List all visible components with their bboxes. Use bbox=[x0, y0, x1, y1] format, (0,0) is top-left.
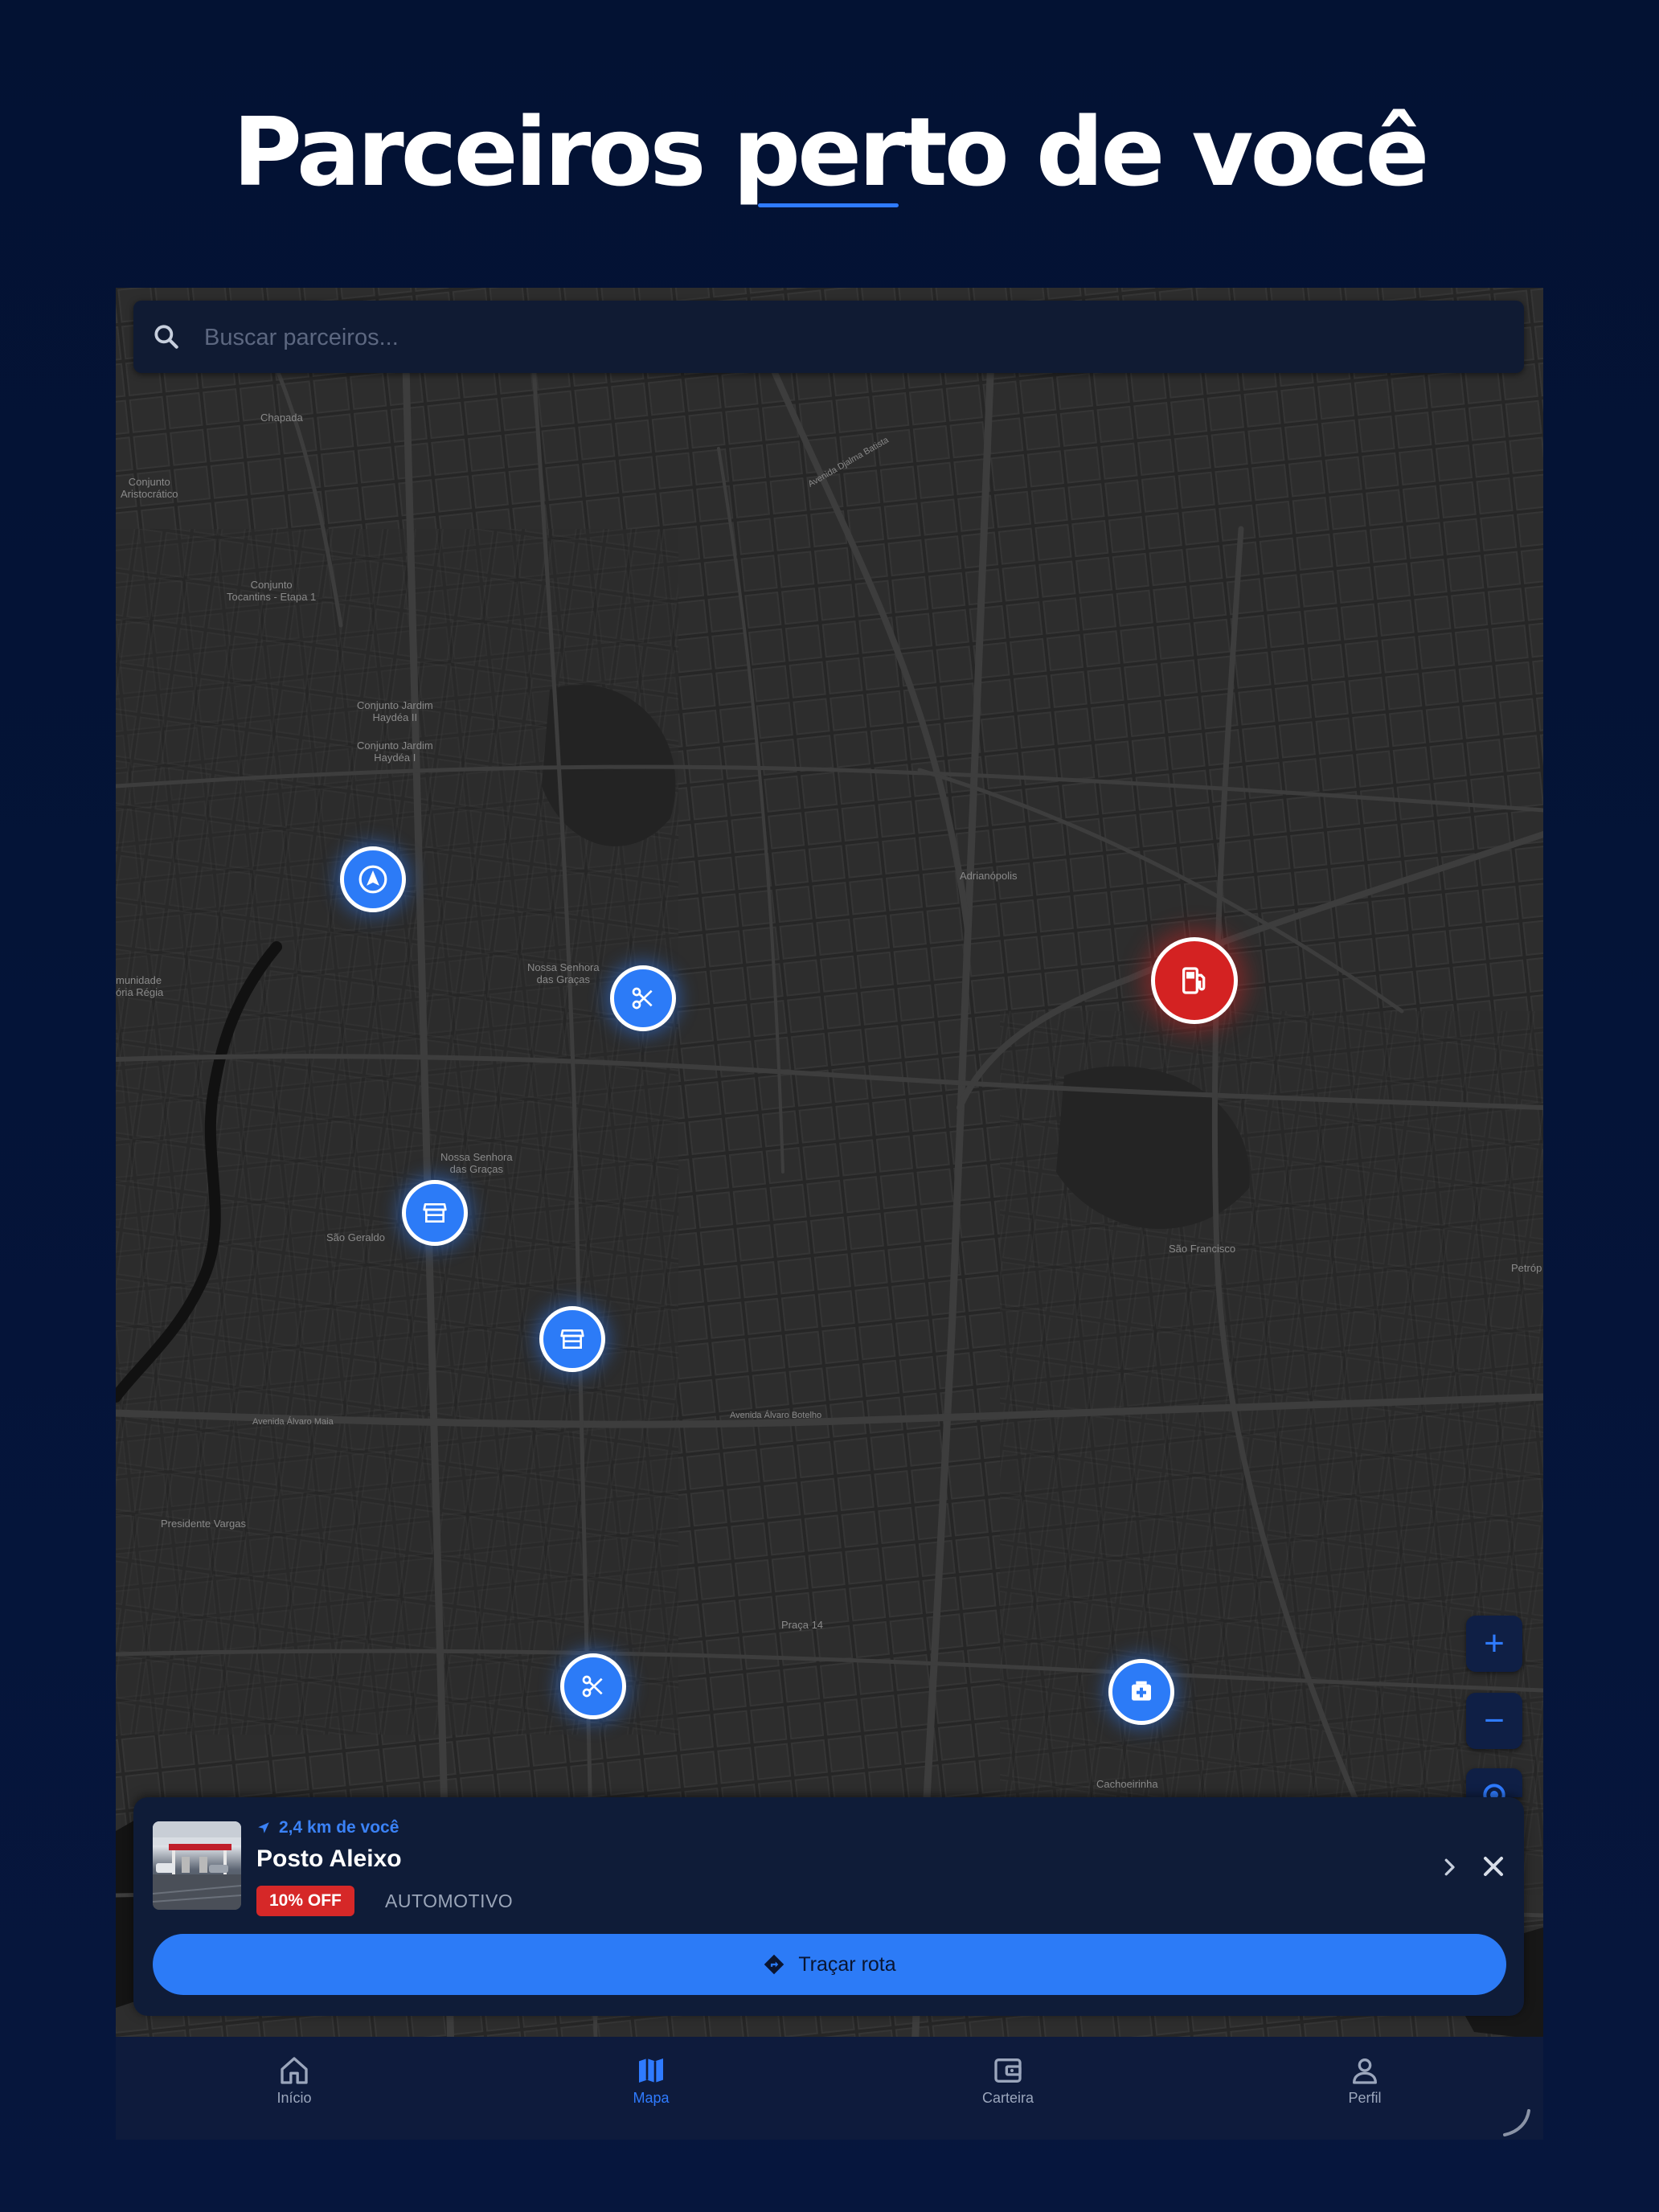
gas-station-photo bbox=[153, 1821, 241, 1910]
pharmacy-icon bbox=[1132, 1681, 1151, 1701]
nav-item-perfil[interactable]: Perfil bbox=[1284, 2037, 1445, 2140]
map-label: Conjunto Tocantins - Etapa 1 bbox=[227, 579, 317, 603]
partner-name: Posto Aleixo bbox=[256, 1845, 402, 1872]
partner-category: AUTOMOTIVO bbox=[385, 1890, 514, 1911]
minus-icon: − bbox=[1484, 1701, 1505, 1740]
map-label: São Geraldo bbox=[326, 1231, 385, 1243]
search-bar bbox=[133, 301, 1524, 375]
map-label: Adrianópolis bbox=[960, 870, 1018, 882]
trace-route-button[interactable]: Traçar rota bbox=[153, 1934, 1506, 1995]
scissors-icon bbox=[632, 987, 653, 1010]
partner-photo bbox=[153, 1821, 241, 1910]
distance-text: 2,4 km de você bbox=[279, 1818, 399, 1837]
map-label: Cachoeirinha bbox=[1096, 1778, 1158, 1790]
zoom-out-button[interactable]: − bbox=[1466, 1693, 1522, 1749]
nav-item-mapa[interactable]: Mapa bbox=[571, 2037, 731, 2140]
search-icon bbox=[154, 325, 178, 349]
map-label: munidade ória Régia bbox=[116, 974, 164, 998]
my-location-icon bbox=[1483, 1784, 1505, 1797]
discount-badge: 10% OFF bbox=[256, 1886, 354, 1916]
pin-barbershop[interactable] bbox=[610, 965, 676, 1031]
nav-label: Carteira bbox=[981, 2090, 1034, 2106]
trace-route-label: Traçar rota bbox=[798, 1952, 896, 1976]
nav-label: Mapa bbox=[633, 2090, 670, 2106]
page-headline: Parceiros perto de você bbox=[0, 104, 1659, 207]
headline-underline bbox=[758, 203, 899, 207]
map-label: Nossa Senhora das Graças bbox=[440, 1151, 513, 1175]
map-label: Praça 14 bbox=[781, 1619, 824, 1631]
pin-pharmacy[interactable] bbox=[1108, 1659, 1174, 1725]
nav-item-carteira[interactable]: Carteira bbox=[928, 2037, 1088, 2140]
map-label: Presidente Vargas bbox=[161, 1518, 246, 1530]
pin-navigation[interactable] bbox=[340, 846, 406, 912]
fuel-pump-icon bbox=[1182, 967, 1206, 994]
nav-label: Perfil bbox=[1348, 2090, 1382, 2106]
chevron-right-icon[interactable] bbox=[1437, 1855, 1461, 1879]
nav-item-inicio[interactable]: Início bbox=[214, 2037, 375, 2140]
bottom-navigation: Início Mapa Carteira Perfil bbox=[116, 2037, 1543, 2140]
navigation-icon bbox=[358, 865, 387, 894]
navigation-arrow-icon bbox=[258, 1822, 269, 1833]
zoom-in-button[interactable]: + bbox=[1466, 1616, 1522, 1672]
close-icon[interactable] bbox=[1477, 1850, 1509, 1882]
loading-spinner-icon bbox=[1503, 2109, 1530, 2136]
pin-store[interactable] bbox=[539, 1306, 605, 1372]
person-icon bbox=[1353, 2058, 1377, 2084]
map-label: Nossa Senhora das Graças bbox=[527, 961, 600, 985]
headline-text: Parceiros perto de você bbox=[232, 96, 1430, 207]
map-icon bbox=[639, 2058, 663, 2083]
storefront-icon bbox=[560, 1329, 584, 1349]
map-label: Avenida Álvaro Maia bbox=[252, 1417, 334, 1427]
plus-icon: + bbox=[1484, 1624, 1505, 1663]
pin-fuel-station[interactable] bbox=[1151, 937, 1238, 1024]
map-label: Conjunto Jardim Haydéa I bbox=[357, 739, 433, 764]
map-label: Conjunto Jardim Haydéa II bbox=[357, 699, 433, 723]
home-icon bbox=[281, 2057, 308, 2084]
wallet-icon bbox=[994, 2058, 1022, 2083]
distance-label: 2,4 km de você bbox=[256, 1818, 399, 1837]
map-label: Petróp bbox=[1511, 1262, 1542, 1274]
map-label: Avenida Álvaro Botelho bbox=[730, 1411, 822, 1420]
search-input[interactable] bbox=[203, 301, 1492, 375]
map-label: São Francisco bbox=[1169, 1243, 1236, 1255]
map-label: Conjunto Aristocrático bbox=[121, 476, 178, 500]
directions-icon bbox=[764, 1954, 784, 1975]
my-location-button[interactable] bbox=[1466, 1768, 1522, 1797]
map-label: Chapada bbox=[260, 412, 303, 424]
map-screen: Chapada Conjunto Aristocrático Conjunto … bbox=[116, 288, 1543, 2140]
pin-store[interactable] bbox=[402, 1180, 468, 1246]
nav-label: Início bbox=[276, 2090, 312, 2106]
storefront-icon bbox=[423, 1203, 447, 1223]
partner-card[interactable]: 2,4 km de você Posto Aleixo 10% OFF AUTO… bbox=[133, 1797, 1524, 2016]
pin-barbershop[interactable] bbox=[560, 1653, 626, 1719]
scissors-icon bbox=[582, 1675, 603, 1698]
